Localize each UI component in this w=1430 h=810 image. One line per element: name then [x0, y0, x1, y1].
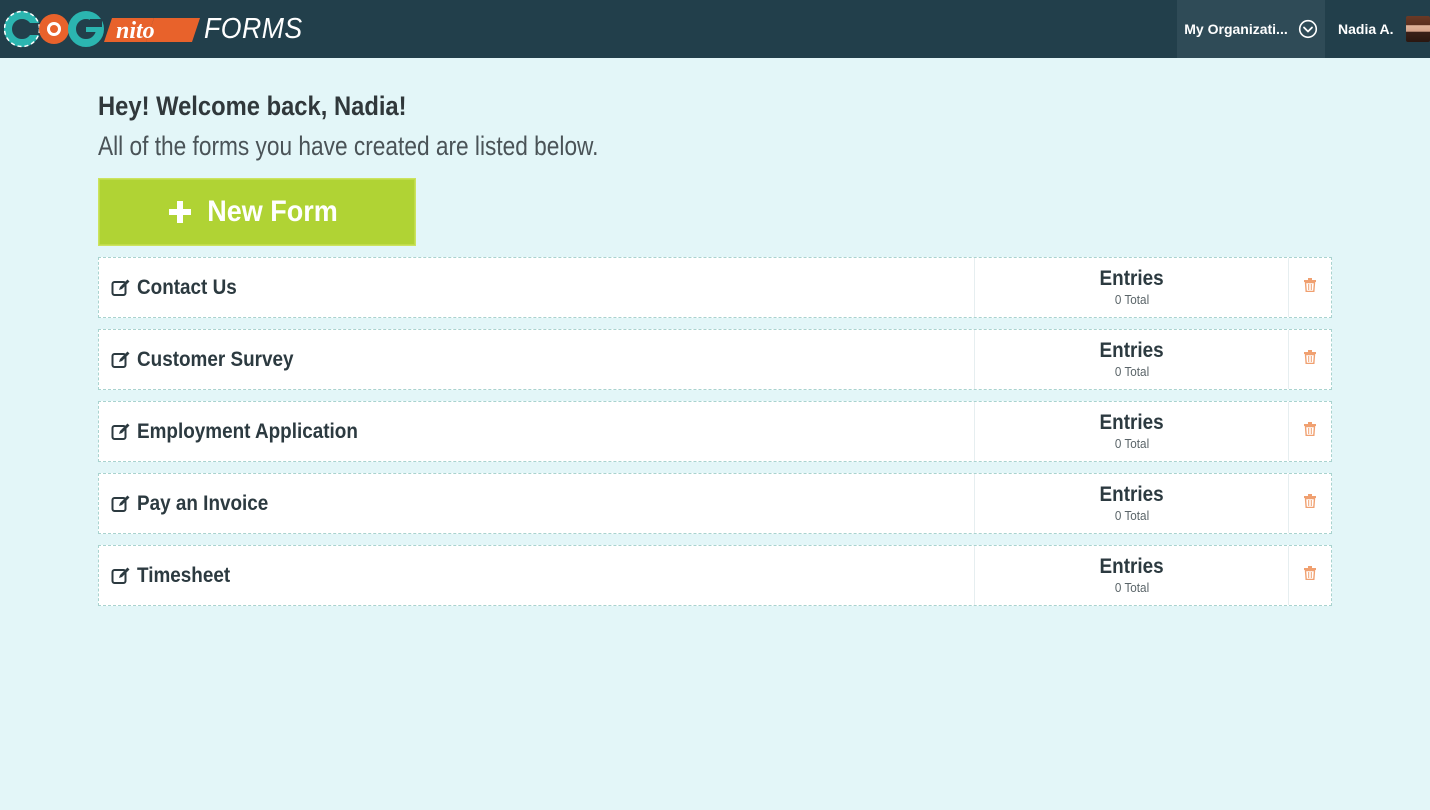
top-navigation-bar: nito FORMS My Organizati... Nadia A. [0, 0, 1430, 58]
entries-total: 0 Total [1114, 291, 1149, 307]
form-row: Contact Us Entries 0 Total [98, 257, 1332, 318]
edit-icon [111, 422, 131, 442]
delete-form-button[interactable] [1289, 546, 1331, 605]
entries-label: Entries [1099, 482, 1164, 506]
entries-link[interactable]: Entries 0 Total [975, 330, 1290, 389]
cognito-forms-logo[interactable]: nito FORMS [4, 6, 311, 52]
chevron-circle-down-icon [1298, 19, 1318, 39]
form-name: Employment Application [137, 419, 358, 443]
edit-icon [111, 278, 131, 298]
edit-icon [111, 350, 131, 370]
cognito-logo-graphic: nito [4, 10, 200, 48]
form-name-link[interactable]: Employment Application [99, 402, 976, 461]
main-content: Hey! Welcome back, Nadia! All of the for… [98, 86, 1332, 606]
logo-forms-text: FORMS [204, 12, 303, 45]
trash-icon [1304, 350, 1317, 369]
form-list: Contact Us Entries 0 Total Customer Surv… [98, 257, 1332, 617]
avatar [1405, 16, 1430, 42]
trash-icon [1304, 566, 1317, 585]
delete-form-button[interactable] [1289, 258, 1331, 317]
form-name: Customer Survey [137, 347, 294, 371]
new-form-button[interactable]: New Form [98, 178, 416, 246]
form-row: Customer Survey Entries 0 Total [98, 329, 1332, 390]
edit-icon [111, 566, 131, 586]
form-row: Employment Application Entries 0 Total [98, 401, 1332, 462]
entries-label: Entries [1099, 338, 1164, 362]
form-name-link[interactable]: Customer Survey [99, 330, 976, 389]
delete-form-button[interactable] [1289, 402, 1331, 461]
trash-icon [1304, 422, 1317, 441]
plus-icon [168, 200, 192, 224]
form-row: Pay an Invoice Entries 0 Total [98, 473, 1332, 534]
form-name: Contact Us [137, 275, 237, 299]
user-name: Nadia A. [1338, 21, 1394, 37]
entries-link[interactable]: Entries 0 Total [975, 546, 1290, 605]
entries-total: 0 Total [1114, 579, 1149, 595]
form-name: Pay an Invoice [137, 491, 269, 515]
entries-label: Entries [1099, 554, 1164, 578]
form-name-link[interactable]: Timesheet [99, 546, 976, 605]
edit-icon [111, 494, 131, 514]
delete-form-button[interactable] [1289, 330, 1331, 389]
svg-text:nito: nito [116, 18, 155, 44]
form-row: Timesheet Entries 0 Total [98, 545, 1332, 606]
entries-total: 0 Total [1114, 507, 1149, 523]
organization-menu-label: My Organizati... [1184, 21, 1288, 37]
entries-total: 0 Total [1114, 435, 1149, 451]
trash-icon [1304, 494, 1317, 513]
entries-label: Entries [1099, 266, 1164, 290]
entries-link[interactable]: Entries 0 Total [975, 402, 1290, 461]
form-name-link[interactable]: Pay an Invoice [99, 474, 976, 533]
page-title: Hey! Welcome back, Nadia! [98, 91, 407, 121]
entries-link[interactable]: Entries 0 Total [975, 474, 1290, 533]
page-subtitle: All of the forms you have created are li… [98, 131, 599, 161]
entries-link[interactable]: Entries 0 Total [975, 258, 1290, 317]
form-name-link[interactable]: Contact Us [99, 258, 976, 317]
trash-icon [1304, 278, 1317, 297]
user-menu[interactable]: Nadia A. [1325, 0, 1430, 58]
organization-menu[interactable]: My Organizati... [1177, 0, 1325, 58]
entries-label: Entries [1099, 410, 1164, 434]
entries-total: 0 Total [1114, 363, 1149, 379]
new-form-label: New Form [207, 195, 339, 228]
form-name: Timesheet [137, 563, 231, 587]
delete-form-button[interactable] [1289, 474, 1331, 533]
